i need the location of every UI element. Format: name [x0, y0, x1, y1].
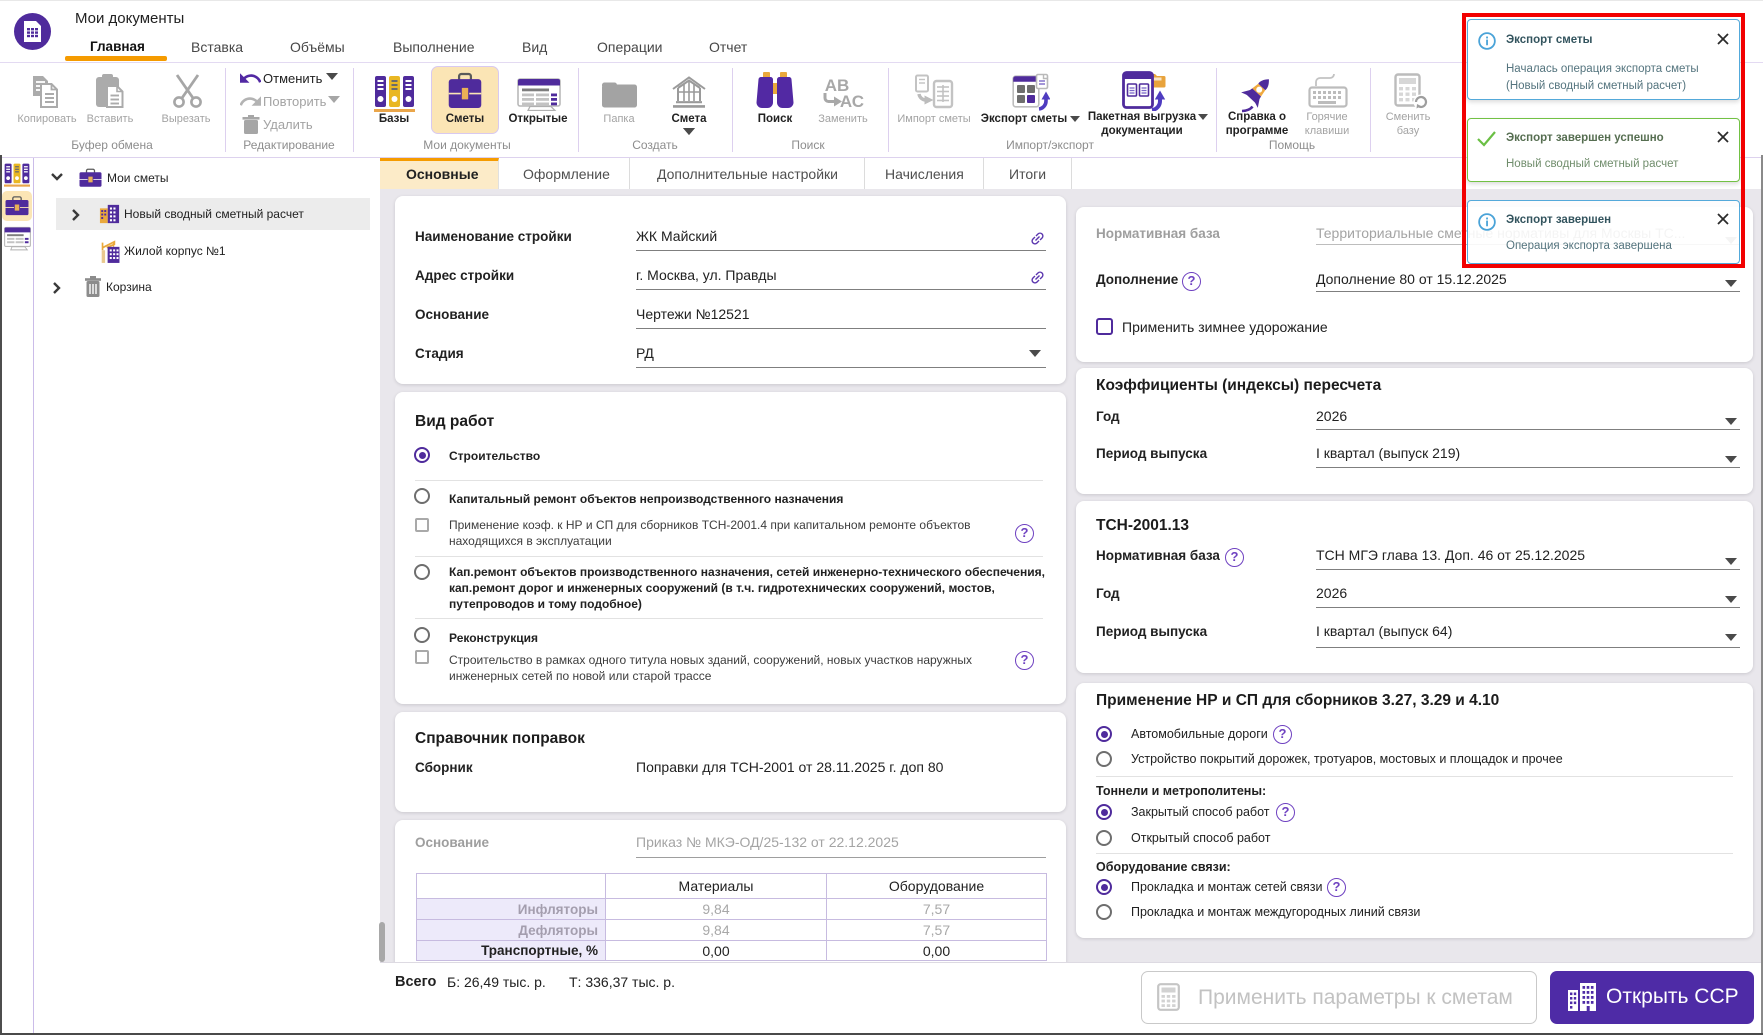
svg-text:АС: АС	[840, 92, 864, 111]
